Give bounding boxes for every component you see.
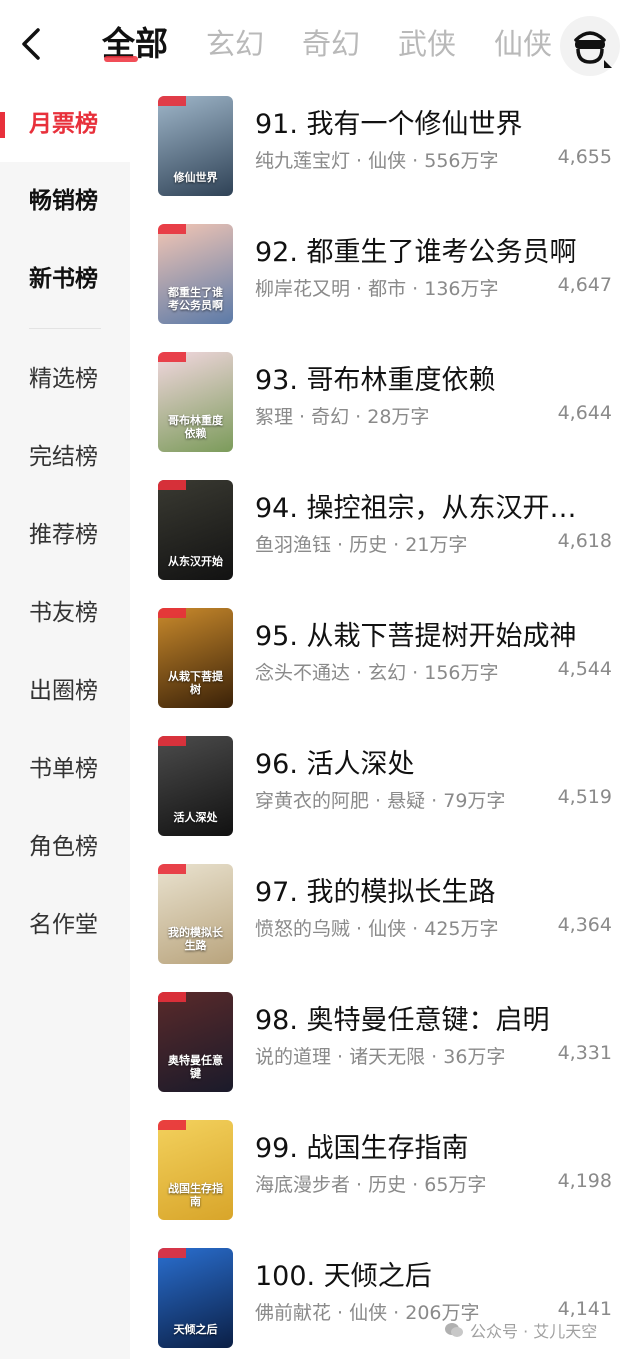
cover-title: 战国生存指南: [168, 1182, 223, 1208]
sidebar-item-monthly-ticket[interactable]: 月票榜: [0, 94, 130, 154]
book-cover[interactable]: 天倾之后: [158, 1248, 233, 1348]
sidebar-item-hall-of-fame[interactable]: 名作堂: [0, 895, 130, 955]
book-row[interactable]: 战国生存指南 99. 战国生存指南 海底漫步者 · 历史 · 65万字 4,19…: [130, 1112, 640, 1240]
ticket-count: 4,331: [557, 1042, 612, 1064]
cover-title: 修仙世界: [173, 171, 218, 184]
book-cover[interactable]: 活人深处: [158, 736, 233, 836]
book-meta: 愤怒的乌贼 · 仙侠 · 425万字: [255, 918, 499, 940]
publisher-badge: [158, 864, 186, 874]
book-meta: 絮理 · 奇幻 · 28万字: [255, 406, 430, 428]
ticket-count: 4,618: [557, 530, 612, 552]
book-title[interactable]: 96. 活人深处: [255, 742, 625, 781]
book-row[interactable]: 都重生了谁考公务员啊 92. 都重生了谁考公务员啊 柳岸花又明 · 都市 · 1…: [130, 216, 640, 344]
top-bar: 全部 玄幻 奇幻 武侠 仙侠: [0, 0, 640, 88]
publisher-badge: [158, 1120, 186, 1130]
book-meta: 海底漫步者 · 历史 · 65万字: [255, 1174, 487, 1196]
book-ranking-list: 修仙世界 91. 我有一个修仙世界 纯九莲宝灯 · 仙侠 · 556万字 4,6…: [130, 88, 640, 1359]
book-title[interactable]: 97. 我的模拟长生路: [255, 870, 625, 909]
book-meta: 柳岸花又明 · 都市 · 136万字: [255, 278, 499, 300]
book-row[interactable]: 奥特曼任意键 98. 奥特曼任意键：启明 说的道理 · 诸天无限 · 36万字 …: [130, 984, 640, 1112]
book-title[interactable]: 99. 战国生存指南: [255, 1126, 625, 1165]
book-meta: 鱼羽渔钰 · 历史 · 21万字: [255, 534, 468, 556]
cover-title: 我的模拟长生路: [168, 926, 223, 952]
publisher-badge: [158, 992, 186, 1002]
book-title[interactable]: 100. 天倾之后: [255, 1254, 625, 1293]
book-meta: 念头不通达 · 玄幻 · 156万字: [255, 662, 499, 684]
publisher-badge: [158, 608, 186, 618]
book-title[interactable]: 93. 哥布林重度依赖: [255, 358, 625, 397]
book-cover[interactable]: 奥特曼任意键: [158, 992, 233, 1092]
sidebar-item-readers[interactable]: 书友榜: [0, 583, 130, 643]
book-meta: 说的道理 · 诸天无限 · 36万字: [255, 1046, 506, 1068]
book-cover[interactable]: 从栽下菩提树: [158, 608, 233, 708]
book-title[interactable]: 94. 操控祖宗，从东汉开…: [255, 486, 625, 525]
book-meta: 穿黄衣的阿肥 · 悬疑 · 79万字: [255, 790, 506, 812]
ticket-count: 4,544: [557, 658, 612, 680]
book-cover[interactable]: 修仙世界: [158, 96, 233, 196]
ticket-count: 4,647: [557, 274, 612, 296]
publisher-badge: [158, 736, 186, 746]
sidebar-item-new-books[interactable]: 新书榜: [0, 249, 130, 309]
cover-title: 从栽下菩提树: [168, 670, 223, 696]
ticket-count: 4,198: [557, 1170, 612, 1192]
ticket-count: 4,644: [557, 402, 612, 424]
sidebar-item-recommended[interactable]: 推荐榜: [0, 505, 130, 565]
ticket-count: 4,655: [557, 146, 612, 168]
cover-title: 哥布林重度依赖: [168, 414, 223, 440]
cover-title: 天倾之后: [173, 1323, 218, 1336]
book-row[interactable]: 修仙世界 91. 我有一个修仙世界 纯九莲宝灯 · 仙侠 · 556万字 4,6…: [130, 88, 640, 216]
ticket-count: 4,141: [557, 1298, 612, 1320]
chevron-left-icon: [22, 28, 40, 60]
publisher-badge: [158, 352, 186, 362]
tab-qihuan[interactable]: 奇幻: [302, 14, 360, 74]
ranking-sidebar: 月票榜 畅销榜 新书榜 精选榜 完结榜 推荐榜 书友榜 出圈榜 书单榜 角色榜 …: [0, 88, 130, 1359]
book-cover[interactable]: 都重生了谁考公务员啊: [158, 224, 233, 324]
book-title[interactable]: 98. 奥特曼任意键：启明: [255, 998, 625, 1037]
ticket-count: 4,519: [557, 786, 612, 808]
book-cover[interactable]: 战国生存指南: [158, 1120, 233, 1220]
publisher-badge: [158, 224, 186, 234]
tab-wuxia[interactable]: 武侠: [398, 14, 456, 74]
user-avatar-button[interactable]: [560, 16, 620, 76]
watermark: 公众号 · 艾儿天空: [444, 1318, 597, 1342]
publisher-badge: [158, 1248, 186, 1258]
book-title[interactable]: 92. 都重生了谁考公务员啊: [255, 230, 625, 269]
cover-title: 从东汉开始: [168, 555, 223, 568]
category-tabs: 全部 玄幻 奇幻 武侠 仙侠: [102, 14, 590, 74]
book-title[interactable]: 95. 从栽下菩提树开始成神: [255, 614, 625, 653]
tab-all[interactable]: 全部: [102, 14, 168, 74]
tab-xianxia[interactable]: 仙侠: [494, 14, 552, 74]
tab-xuanhuan[interactable]: 玄幻: [206, 14, 264, 74]
book-row[interactable]: 我的模拟长生路 97. 我的模拟长生路 愤怒的乌贼 · 仙侠 · 425万字 4…: [130, 856, 640, 984]
book-cover[interactable]: 哥布林重度依赖: [158, 352, 233, 452]
user-avatar-icon: [574, 31, 612, 68]
sidebar-item-booklist[interactable]: 书单榜: [0, 739, 130, 799]
ticket-count: 4,364: [557, 914, 612, 936]
book-row[interactable]: 活人深处 96. 活人深处 穿黄衣的阿肥 · 悬疑 · 79万字 4,519: [130, 728, 640, 856]
sidebar-item-bestseller[interactable]: 畅销榜: [0, 171, 130, 231]
publisher-badge: [158, 480, 186, 490]
book-row[interactable]: 哥布林重度依赖 93. 哥布林重度依赖 絮理 · 奇幻 · 28万字 4,644: [130, 344, 640, 472]
publisher-badge: [158, 96, 186, 106]
cover-title: 奥特曼任意键: [168, 1054, 223, 1080]
cover-title: 都重生了谁考公务员啊: [168, 286, 223, 312]
back-button[interactable]: [14, 22, 50, 66]
book-meta: 纯九莲宝灯 · 仙侠 · 556万字: [255, 150, 499, 172]
sidebar-item-characters[interactable]: 角色榜: [0, 817, 130, 877]
cover-title: 活人深处: [173, 811, 218, 824]
book-title[interactable]: 91. 我有一个修仙世界: [255, 102, 625, 141]
sidebar-item-selected[interactable]: 精选榜: [0, 349, 130, 409]
book-cover[interactable]: 从东汉开始: [158, 480, 233, 580]
sidebar-divider: [29, 328, 101, 329]
wechat-icon: [445, 1323, 463, 1337]
watermark-text: 公众号 · 艾儿天空: [470, 1322, 598, 1341]
book-cover[interactable]: 我的模拟长生路: [158, 864, 233, 964]
book-row[interactable]: 从东汉开始 94. 操控祖宗，从东汉开… 鱼羽渔钰 · 历史 · 21万字 4,…: [130, 472, 640, 600]
book-row[interactable]: 从栽下菩提树 95. 从栽下菩提树开始成神 念头不通达 · 玄幻 · 156万字…: [130, 600, 640, 728]
sidebar-item-breakout[interactable]: 出圈榜: [0, 661, 130, 721]
sidebar-item-completed[interactable]: 完结榜: [0, 427, 130, 487]
